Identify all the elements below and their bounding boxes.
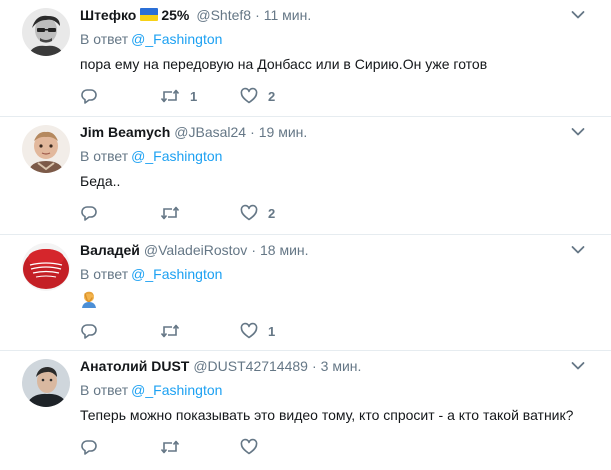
display-name[interactable]: Валадей <box>80 242 140 258</box>
reply-icon <box>81 440 97 455</box>
retweet-icon <box>160 206 180 220</box>
reply-context: В ответ @_Fashington <box>80 147 222 165</box>
tweet-actions: 2 <box>80 203 380 223</box>
display-name-suffix[interactable]: 25% <box>161 7 189 23</box>
reply-context: В ответ @_Fashington <box>80 265 222 283</box>
tweet-header: Jim Beamych @JBasal24 · 19 мин. <box>80 123 571 141</box>
reply-icon <box>81 206 97 221</box>
user-handle[interactable]: @Shtef8 <box>196 7 251 23</box>
like-count: 1 <box>268 323 276 339</box>
replies-timeline: Штефко 25% @Shtef8 · 11 мин. В ответ @_Fashin… <box>0 0 611 470</box>
avatar[interactable] <box>22 359 70 407</box>
tweet[interactable]: Jim Beamych @JBasal24 · 19 мин. В ответ @_Fa… <box>0 117 611 235</box>
retweet-button[interactable]: 1 <box>160 86 197 106</box>
heart-icon <box>240 204 258 221</box>
timestamp[interactable]: 18 мин. <box>260 242 309 258</box>
retweet-button[interactable] <box>160 437 190 457</box>
timestamp[interactable]: 19 мин. <box>259 124 308 140</box>
retweet-count: 1 <box>190 88 198 104</box>
tweet-actions <box>80 437 380 457</box>
reply-context: В ответ @_Fashington <box>80 381 222 399</box>
tweet[interactable]: Валадей @ValadeiRostov · 18 мин. В ответ @_F… <box>0 235 611 351</box>
reply-button[interactable] <box>80 86 98 106</box>
tweet-actions: 1 <box>80 321 380 341</box>
tweet[interactable]: Штефко 25% @Shtef8 · 11 мин. В ответ @_Fashin… <box>0 0 611 117</box>
reply-mention-link[interactable]: @_Fashington <box>131 148 222 164</box>
retweet-icon <box>160 89 180 103</box>
separator-dot: · <box>250 124 255 140</box>
separator-dot: · <box>311 358 317 374</box>
reply-icon <box>81 324 97 339</box>
reply-prefix: В ответ <box>80 382 129 398</box>
tweet[interactable]: Анатолий DUST @DUST42714489 · 3 мин. В отве… <box>0 351 611 470</box>
display-name[interactable]: Jim Beamych <box>80 124 170 140</box>
like-count: 2 <box>268 88 276 104</box>
reply-mention-link[interactable]: @_Fashington <box>131 266 222 282</box>
user-handle[interactable]: @DUST42714489 <box>193 358 308 374</box>
retweet-button[interactable] <box>160 321 190 341</box>
retweet-icon <box>160 324 180 338</box>
reply-mention-link[interactable]: @_Fashington <box>131 31 222 47</box>
tweet-text <box>80 289 591 309</box>
heart-icon <box>240 322 258 339</box>
user-handle[interactable]: @ValadeiRostov <box>144 242 247 258</box>
tweet-actions: 1 2 <box>80 86 380 106</box>
tweet-text: пора ему на передовую на Донбасс или в С… <box>80 56 488 72</box>
separator-dot: · <box>255 7 260 23</box>
chevron-down-icon[interactable] <box>571 245 585 255</box>
user-handle[interactable]: @JBasal24 <box>174 124 246 140</box>
timestamp[interactable]: 3 мин. <box>321 358 362 374</box>
retweet-icon <box>160 440 180 454</box>
separator-dot: · <box>251 242 256 258</box>
chevron-down-icon[interactable] <box>571 127 585 137</box>
heart-icon <box>240 87 258 104</box>
tweet-text: Теперь можно показывать это видео тому, … <box>80 407 574 423</box>
like-button[interactable]: 2 <box>240 86 275 106</box>
tweet-header: Валадей @ValadeiRostov · 18 мин. <box>80 241 571 259</box>
chevron-down-icon[interactable] <box>571 361 585 371</box>
like-count: 2 <box>268 205 276 221</box>
reply-button[interactable] <box>80 203 98 223</box>
reply-button[interactable] <box>80 321 98 341</box>
retweet-button[interactable] <box>160 203 190 223</box>
timestamp[interactable]: 11 мин. <box>264 7 312 23</box>
heart-icon <box>240 438 258 455</box>
avatar[interactable] <box>22 125 70 173</box>
avatar[interactable] <box>22 243 70 291</box>
like-button[interactable]: 2 <box>240 203 275 223</box>
ukraine-flag-icon <box>140 8 159 21</box>
like-button[interactable]: 1 <box>240 321 275 341</box>
like-button[interactable] <box>240 437 268 457</box>
reply-prefix: В ответ <box>80 31 129 47</box>
reply-context: В ответ @_Fashington <box>80 30 222 48</box>
reply-button[interactable] <box>80 437 98 457</box>
reply-prefix: В ответ <box>80 148 129 164</box>
display-name[interactable]: Анатолий DUST <box>80 358 189 374</box>
facepalm-emoji-icon <box>82 291 96 308</box>
chevron-down-icon[interactable] <box>571 10 585 20</box>
reply-icon <box>81 89 97 104</box>
display-name[interactable]: Штефко <box>80 7 136 23</box>
avatar[interactable] <box>22 8 70 56</box>
tweet-text: Беда.. <box>80 173 121 189</box>
tweet-header: Штефко 25% @Shtef8 · 11 мин. <box>80 6 571 24</box>
reply-mention-link[interactable]: @_Fashington <box>131 382 222 398</box>
reply-prefix: В ответ <box>80 266 129 282</box>
tweet-header: Анатолий DUST @DUST42714489 · 3 мин. <box>80 357 571 375</box>
